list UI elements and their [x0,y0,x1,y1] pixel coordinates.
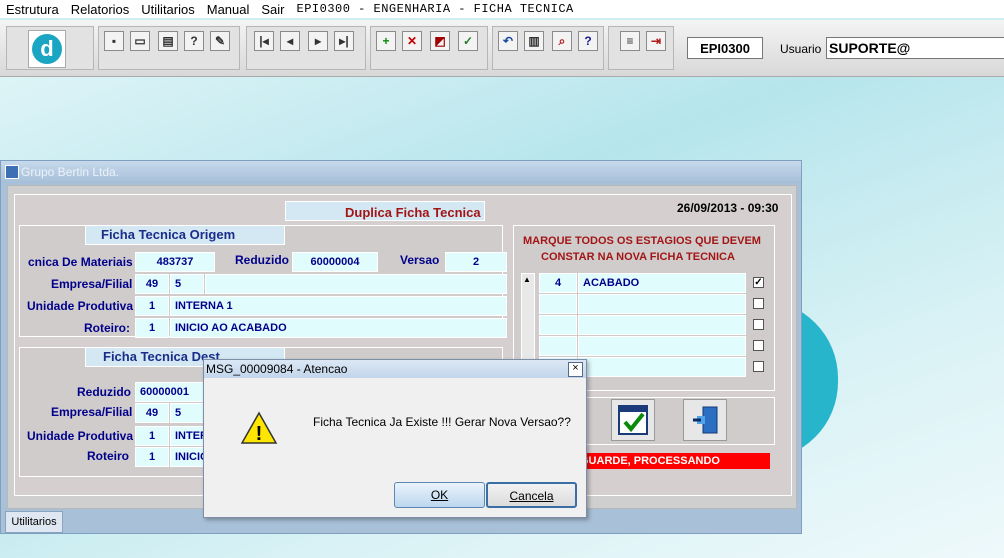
next-record-icon[interactable]: ▸ [308,31,328,51]
empresa-destino-label: Empresa/Filial [51,405,133,419]
undo-icon[interactable]: ↶ [498,31,518,51]
versao-field[interactable]: 2 [445,252,507,272]
roteiro-origem-name: INICIO AO ACABADO [170,318,507,338]
estagio-checkbox-5[interactable] [753,361,764,372]
form-code: EPI0300 [687,37,763,59]
estagio-checkbox-3[interactable] [753,319,764,330]
estagio-checkbox-2[interactable] [753,298,764,309]
estagio-code-1[interactable]: 4 [539,273,577,293]
dialog-titlebar: MSG_00009084 - Atencao × [204,360,586,378]
empresa-destino-field[interactable]: 49 [135,403,169,423]
scroll-up-icon[interactable]: ▲ [523,275,531,284]
estagios-instruction-1: MARQUE TODOS OS ESTAGIOS QUE DEVEM [523,235,761,247]
svg-text:!: ! [256,423,263,445]
check-icon [618,405,648,435]
dialog-message: Ficha Tecnica Ja Existe !!! Gerar Nova V… [313,415,571,429]
warning-icon: ! [240,411,278,445]
menu-icon[interactable]: ≡ [620,31,640,51]
menu-bar: Estrutura Relatorios Utilitarios Manual … [0,0,1004,18]
estagios-instruction-2: CONSTAR NA NOVA FICHA TECNICA [541,251,735,263]
prev-record-icon[interactable]: ◂ [280,31,300,51]
add-icon[interactable]: + [376,31,396,51]
estagio-name-1: ACABADO [578,273,746,293]
print-icon[interactable]: ▤ [158,31,178,51]
estagio-checkbox-1[interactable]: ✓ [753,277,764,288]
unidade-destino-label: Unidade Produtiva [27,429,134,443]
reduzido-origem-field[interactable]: 60000004 [292,252,378,272]
estagio-name-4 [578,336,746,356]
roteiro-origem-label: Roteiro: [84,321,130,335]
dialog-body: ! Ficha Tecnica Ja Existe !!! Gerar Nova… [205,379,585,517]
empresa-origem-desc [205,274,507,294]
message-dialog: MSG_00009084 - Atencao × ! Ficha Tecnica… [203,359,587,518]
estrutura-field[interactable]: 483737 [135,252,215,272]
filial-destino-field[interactable]: 5 [170,403,204,423]
window-icon[interactable]: ▭ [130,31,150,51]
app-title: EPI0300 - ENGENHARIA - FICHA TECNICA [296,2,574,16]
menu-relatorios[interactable]: Relatorios [71,2,130,17]
window-titlebar: Grupo Bertin Ltda. [1,161,801,183]
roteiro-origem-code[interactable]: 1 [135,318,169,338]
estagio-code-3[interactable] [539,315,577,335]
save-icon[interactable]: ▪ [104,31,124,51]
toolbar: d ▪ ▭ ▤ ? ✎ |◂ ◂ ▸ ▸| + ✕ ◩ ✓ ↶ ▥ ⌕ ? ≡ … [0,20,1004,77]
unidade-origem-code[interactable]: 1 [135,296,169,316]
ok-button[interactable]: OK [394,482,485,508]
help-icon[interactable]: ? [578,31,598,51]
cancel-button[interactable]: Cancela [486,482,577,508]
menu-sair[interactable]: Sair [261,2,284,17]
first-record-icon[interactable]: |◂ [254,31,274,51]
versao-label: Versao [400,253,440,267]
app-logo: d [28,30,66,68]
estagio-name-2 [578,294,746,314]
roteiro-destino-code[interactable]: 1 [135,447,169,467]
dialog-title: MSG_00009084 - Atencao [206,362,348,376]
exit-door-icon [693,406,718,434]
delete-icon[interactable]: ✕ [402,31,422,51]
estrutura-label: cnica De Materiais [28,255,133,269]
menu-utilitarios[interactable]: Utilitarios [141,2,194,17]
last-record-icon[interactable]: ▸| [334,31,354,51]
cancel-edit-icon[interactable]: ◩ [430,31,450,51]
origem-title: Ficha Tecnica Origem [101,227,236,242]
estagio-code-4[interactable] [539,336,577,356]
empresa-origem-field[interactable]: 49 [135,274,169,294]
window-title: Grupo Bertin Ltda. [21,165,120,179]
estagio-name-5 [578,357,746,377]
estagio-checkbox-4[interactable] [753,340,764,351]
user-field: SUPORTE@ [826,37,1004,59]
reduzido-origem-label: Reduzido [235,253,289,267]
status-bar: GUARDE, PROCESSANDO [570,453,770,469]
filial-origem-field[interactable]: 5 [170,274,204,294]
unidade-destino-code[interactable]: 1 [135,426,169,446]
form-heading: Duplica Ficha Tecnica [345,205,481,220]
edit-icon[interactable]: ✎ [210,31,230,51]
menu-manual[interactable]: Manual [207,2,250,17]
menu-estrutura[interactable]: Estrutura [6,2,59,17]
clipboard-icon[interactable]: ▥ [524,31,544,51]
user-label: Usuario [780,42,822,56]
help-search-icon[interactable]: ? [184,31,204,51]
reduzido-destino-label: Reduzido [77,385,131,399]
confirm-button[interactable] [611,399,655,441]
roteiro-destino-label: Roteiro [87,449,129,463]
search-icon[interactable]: ⌕ [552,31,572,51]
estagio-name-3 [578,315,746,335]
datetime: 26/09/2013 - 09:30 [677,201,779,215]
tab-utilitarios[interactable]: Utilitarios [5,511,63,533]
exit-icon[interactable]: ⇥ [646,31,666,51]
exit-button[interactable] [683,399,727,441]
window-icon-small [5,165,19,179]
unidade-origem-label: Unidade Produtiva [27,299,134,313]
unidade-origem-name: INTERNA 1 [170,296,507,316]
empresa-origem-label: Empresa/Filial [51,277,133,291]
logo-icon: d [32,34,62,64]
confirm-icon[interactable]: ✓ [458,31,478,51]
close-icon[interactable]: × [568,362,583,377]
estagio-code-2[interactable] [539,294,577,314]
